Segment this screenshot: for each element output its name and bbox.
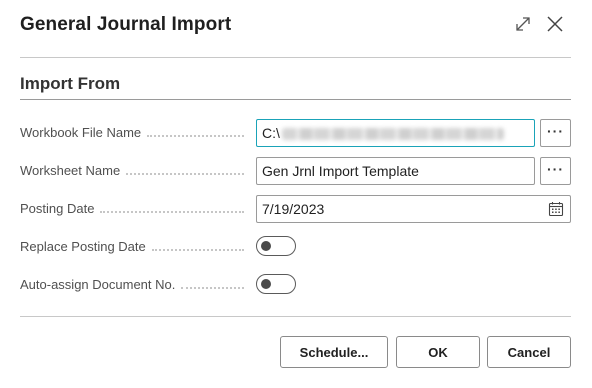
worksheet-name-input[interactable]: Gen Jrnl Import Template [256, 157, 535, 185]
toggle-knob [261, 279, 271, 289]
label-leader-dots [181, 286, 244, 289]
footer-divider [20, 316, 571, 317]
toggle-knob [261, 241, 271, 251]
ok-button[interactable]: OK [396, 336, 480, 368]
label-leader-dots [100, 210, 244, 213]
worksheet-name-label-text: Worksheet Name [20, 163, 121, 178]
posting-date-input[interactable]: 7/19/2023 [256, 195, 571, 223]
replace-posting-date-label-text: Replace Posting Date [20, 239, 146, 254]
replace-posting-date-toggle[interactable] [256, 236, 296, 256]
calendar-icon[interactable] [548, 201, 564, 222]
obscured-path-text [281, 128, 504, 141]
auto-assign-document-no-toggle[interactable] [256, 274, 296, 294]
workbook-file-name-value-prefix: C:\ [262, 125, 280, 141]
close-icon[interactable] [545, 14, 565, 39]
workbook-file-lookup-button[interactable]: ··· [540, 119, 571, 147]
label-leader-dots [147, 134, 244, 137]
cancel-button[interactable]: Cancel [487, 336, 571, 368]
auto-assign-document-no-label: Auto-assign Document No. [20, 275, 248, 295]
section-title: Import From [20, 74, 121, 93]
posting-date-label: Posting Date [20, 199, 248, 219]
workbook-file-name-input[interactable]: C:\ [256, 119, 535, 147]
section-divider [20, 99, 571, 100]
dialog-title: General Journal Import [20, 14, 232, 35]
replace-posting-date-label: Replace Posting Date [20, 237, 248, 257]
posting-date-label-text: Posting Date [20, 201, 95, 216]
label-leader-dots [151, 248, 244, 251]
auto-assign-document-no-label-text: Auto-assign Document No. [20, 277, 176, 292]
label-leader-dots [126, 172, 244, 175]
worksheet-name-lookup-button[interactable]: ··· [540, 157, 571, 185]
schedule-button[interactable]: Schedule... [280, 336, 388, 368]
workbook-file-name-label-text: Workbook File Name [20, 125, 142, 140]
worksheet-name-label: Worksheet Name [20, 161, 248, 181]
general-journal-import-dialog: General Journal Import Import From Workb… [0, 0, 592, 388]
header-divider [20, 57, 571, 58]
workbook-file-name-label: Workbook File Name [20, 123, 248, 143]
expand-icon[interactable] [513, 14, 533, 39]
